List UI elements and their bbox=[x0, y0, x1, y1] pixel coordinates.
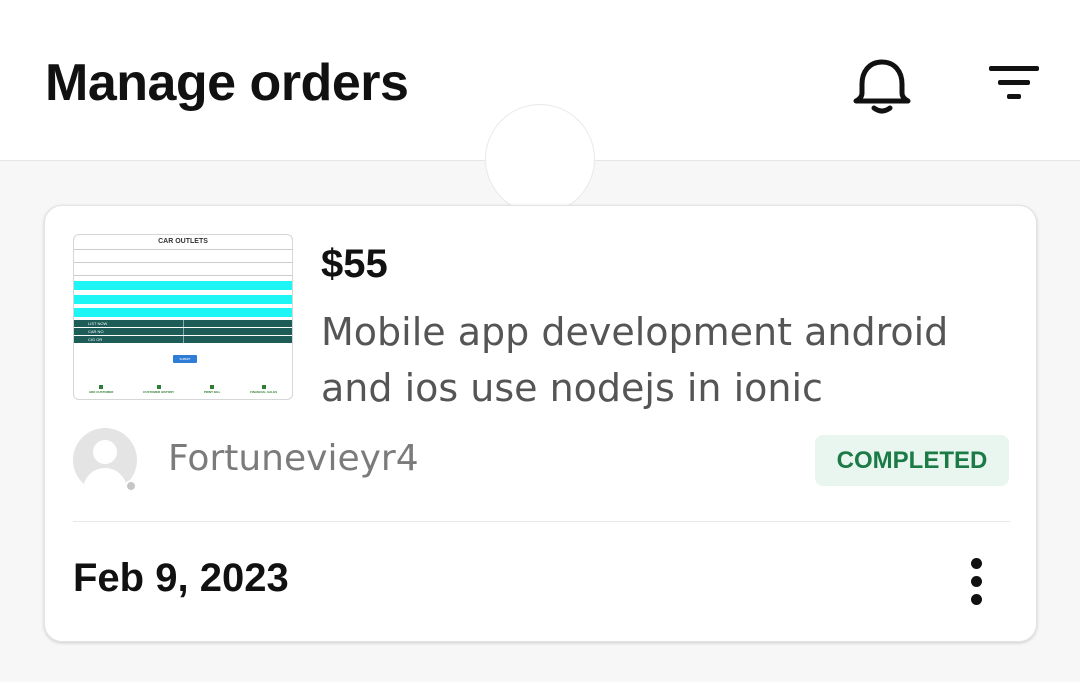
order-thumbnail[interactable]: CAR OUTLETS LIST NOW CAR NO CIG OR SUBMI… bbox=[73, 234, 293, 400]
order-price: $55 bbox=[321, 242, 388, 286]
divider bbox=[73, 521, 1010, 522]
filter-button[interactable] bbox=[985, 63, 1043, 105]
thumbnail-title: CAR OUTLETS bbox=[158, 238, 208, 245]
more-options-button[interactable] bbox=[957, 556, 997, 606]
order-date: Feb 9, 2023 bbox=[73, 556, 289, 600]
thumbnail-row: CAR NO bbox=[88, 329, 104, 334]
buyer-username[interactable]: Fortunevieyr4 bbox=[168, 438, 419, 479]
thumbnail-submit: SUBMIT bbox=[173, 355, 197, 363]
order-card[interactable]: CAR OUTLETS LIST NOW CAR NO CIG OR SUBMI… bbox=[44, 205, 1037, 642]
notifications-button[interactable] bbox=[850, 56, 914, 116]
bell-icon bbox=[853, 59, 911, 114]
order-description: Mobile app development android and ios u… bbox=[321, 310, 949, 410]
page-title: Manage orders bbox=[45, 54, 409, 112]
thumbnail-row: CIG OR bbox=[88, 337, 103, 342]
pull-to-refresh-indicator bbox=[485, 104, 595, 214]
thumbnail-row: LIST NOW bbox=[88, 321, 108, 326]
online-status-dot bbox=[125, 480, 137, 492]
status-badge: COMPLETED bbox=[815, 435, 1009, 486]
thumbnail-nav: ADD CUSTOMER CUSTOMER HISTORY PRINT BILL… bbox=[74, 385, 292, 394]
filter-icon bbox=[989, 66, 1039, 99]
